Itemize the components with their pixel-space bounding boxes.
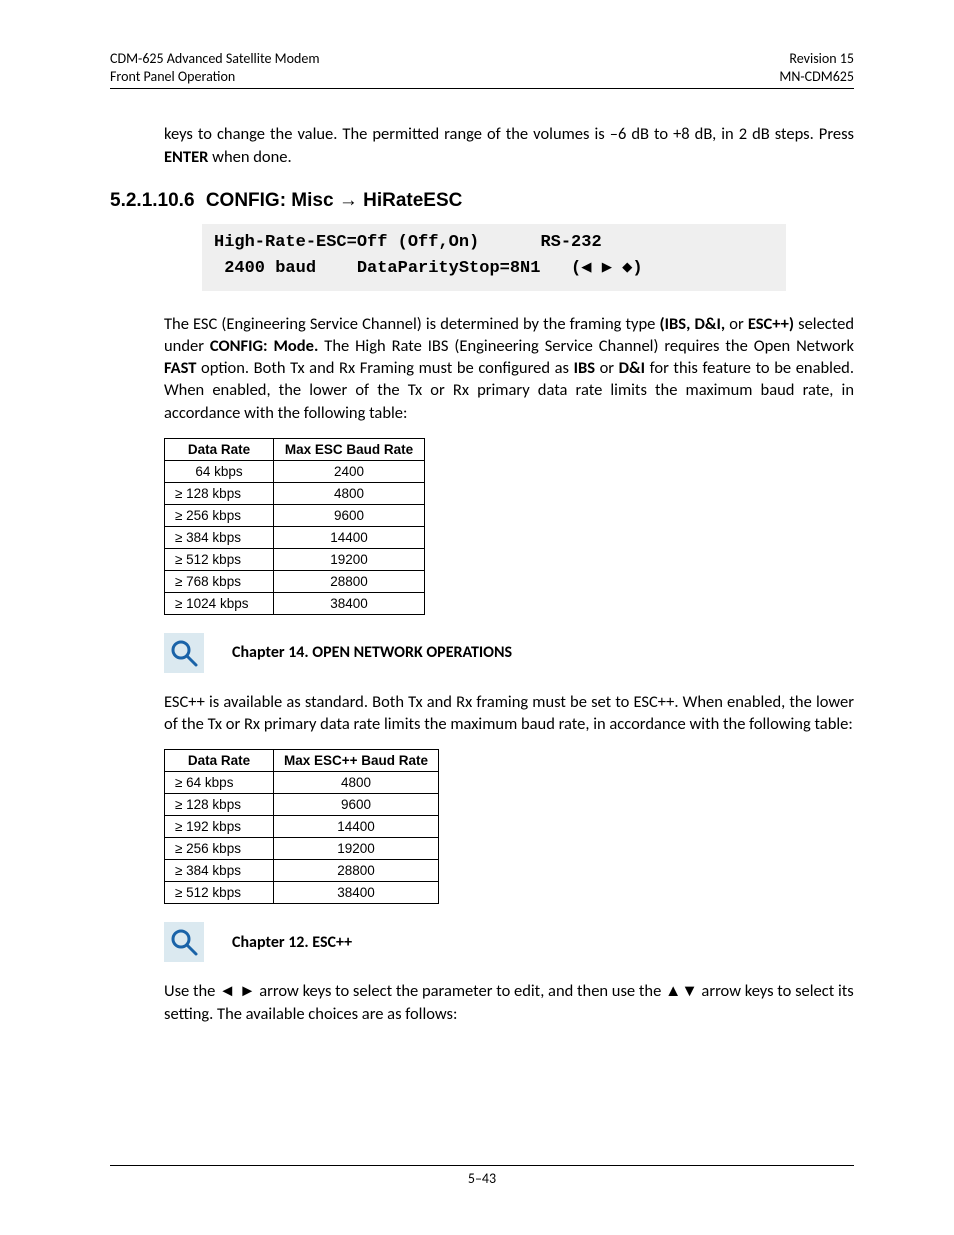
intro-paragraph: keys to change the value. The permitted … <box>164 123 854 168</box>
cell: 38400 <box>274 882 439 904</box>
paragraph-1: The ESC (Engineering Service Channel) is… <box>164 313 854 424</box>
cell: ≥ 128 kbps <box>165 794 274 816</box>
xref-label: Chapter 14. OPEN NETWORK OPERATIONS <box>232 643 512 662</box>
page-footer: 5–43 <box>110 1165 854 1187</box>
page-header: CDM-625 Advanced Satellite Modem Front P… <box>110 50 854 89</box>
text: or <box>595 358 619 378</box>
col-max-baud: Max ESC Baud Rate <box>274 438 425 460</box>
doc-subtitle: Front Panel Operation <box>110 68 320 86</box>
cell: ≥ 512 kbps <box>165 548 274 570</box>
cell: ≥ 192 kbps <box>165 816 274 838</box>
table-row: ≥ 128 kbps9600 <box>165 794 439 816</box>
cell: 9600 <box>274 504 425 526</box>
page-number: 5–43 <box>468 1170 496 1187</box>
magnifier-icon <box>164 922 204 962</box>
cell: 19200 <box>274 548 425 570</box>
table-row: ≥ 1024 kbps38400 <box>165 592 425 614</box>
table-row: 64 kbps2400 <box>165 460 425 482</box>
cell: 4800 <box>274 772 439 794</box>
cell: 28800 <box>274 860 439 882</box>
cell: ≥ 256 kbps <box>165 504 274 526</box>
paragraph-2: ESC++ is available as standard. Both Tx … <box>164 691 854 736</box>
table-row: ≥ 192 kbps14400 <box>165 816 439 838</box>
lcd-display: High-Rate-ESC=Off (Off,On) RS-232 2400 b… <box>202 224 786 291</box>
table-body-1: 64 kbps2400 ≥ 128 kbps4800 ≥ 256 kbps960… <box>165 460 425 614</box>
cell: ≥ 384 kbps <box>165 526 274 548</box>
text-bold: D&I <box>619 358 645 378</box>
section-title-b: HiRateESC <box>358 190 463 211</box>
cell: 14400 <box>274 526 425 548</box>
enter-key: ENTER <box>164 147 208 167</box>
table-row: ≥ 384 kbps14400 <box>165 526 425 548</box>
cell: 9600 <box>274 794 439 816</box>
lcd-line-2: 2400 baud DataParityStop=8N1 (◀ ▶ ◆) <box>214 259 643 278</box>
cell: 64 kbps <box>165 460 274 482</box>
section-number: 5.2.1.10.6 <box>110 190 195 212</box>
header-left: CDM-625 Advanced Satellite Modem Front P… <box>110 50 320 86</box>
cross-reference: Chapter 12. ESC++ <box>164 922 854 962</box>
cell: ≥ 256 kbps <box>165 838 274 860</box>
cell: ≥ 512 kbps <box>165 882 274 904</box>
page: CDM-625 Advanced Satellite Modem Front P… <box>0 0 954 1235</box>
cell: 38400 <box>274 592 425 614</box>
text-bold: CONFIG: Mode. <box>210 336 318 356</box>
xref-label: Chapter 12. ESC++ <box>232 933 352 952</box>
cell: 4800 <box>274 482 425 504</box>
table-row: ≥ 256 kbps19200 <box>165 838 439 860</box>
table-row: ≥ 512 kbps38400 <box>165 882 439 904</box>
cell: 19200 <box>274 838 439 860</box>
doc-revision: Revision 15 <box>779 50 854 68</box>
text-bold: FAST <box>164 358 196 378</box>
left-right-arrow-icon: ◄ ► <box>219 981 255 1001</box>
text-bold: IBS <box>574 358 595 378</box>
section-heading: 5.2.1.10.6 CONFIG: Misc → HiRateESC <box>110 190 854 212</box>
escpp-baud-table: Data Rate Max ESC++ Baud Rate ≥ 64 kbps4… <box>164 749 439 904</box>
text-bold: (IBS, D&I, <box>660 314 726 334</box>
col-data-rate: Data Rate <box>165 750 274 772</box>
doc-number: MN-CDM625 <box>779 68 854 86</box>
text: The High Rate IBS (Engineering Service C… <box>318 336 854 356</box>
paragraph-3: Use the ◄ ► arrow keys to select the par… <box>164 980 854 1025</box>
text: option. Both Tx and Rx Framing must be c… <box>196 358 573 378</box>
cell: ≥ 1024 kbps <box>165 592 274 614</box>
col-data-rate: Data Rate <box>165 438 274 460</box>
table-row: ≥ 256 kbps9600 <box>165 504 425 526</box>
doc-title: CDM-625 Advanced Satellite Modem <box>110 50 320 68</box>
text: keys to change the value. The permitted … <box>164 124 854 144</box>
esc-baud-table: Data Rate Max ESC Baud Rate 64 kbps2400 … <box>164 438 425 615</box>
cell: ≥ 768 kbps <box>165 570 274 592</box>
table-header-row: Data Rate Max ESC++ Baud Rate <box>165 750 439 772</box>
cell: 14400 <box>274 816 439 838</box>
cross-reference: Chapter 14. OPEN NETWORK OPERATIONS <box>164 633 854 673</box>
table-header-row: Data Rate Max ESC Baud Rate <box>165 438 425 460</box>
table-row: ≥ 384 kbps28800 <box>165 860 439 882</box>
table-body-2: ≥ 64 kbps4800 ≥ 128 kbps9600 ≥ 192 kbps1… <box>165 772 439 904</box>
table-row: ≥ 128 kbps4800 <box>165 482 425 504</box>
table-row: ≥ 512 kbps19200 <box>165 548 425 570</box>
table-row: ≥ 64 kbps4800 <box>165 772 439 794</box>
header-right: Revision 15 MN-CDM625 <box>779 50 854 86</box>
text: The ESC (Engineering Service Channel) is… <box>164 314 660 334</box>
table-row: ≥ 768 kbps28800 <box>165 570 425 592</box>
cell: ≥ 128 kbps <box>165 482 274 504</box>
cell: ≥ 384 kbps <box>165 860 274 882</box>
cell: ≥ 64 kbps <box>165 772 274 794</box>
text: or <box>725 314 748 334</box>
text: Use the <box>164 981 219 1001</box>
arrow-icon: → <box>339 190 358 211</box>
col-max-baud: Max ESC++ Baud Rate <box>274 750 439 772</box>
up-down-arrow-icon: ▲▼ <box>665 981 698 1001</box>
text-bold: ESC++) <box>748 314 794 334</box>
section-title-a: CONFIG: Misc <box>206 190 339 211</box>
magnifier-icon <box>164 633 204 673</box>
text: when done. <box>208 147 291 167</box>
text: arrow keys to select the parameter to ed… <box>256 981 665 1001</box>
cell: 28800 <box>274 570 425 592</box>
cell: 2400 <box>274 460 425 482</box>
lcd-line-1: High-Rate-ESC=Off (Off,On) RS-232 <box>214 233 602 252</box>
